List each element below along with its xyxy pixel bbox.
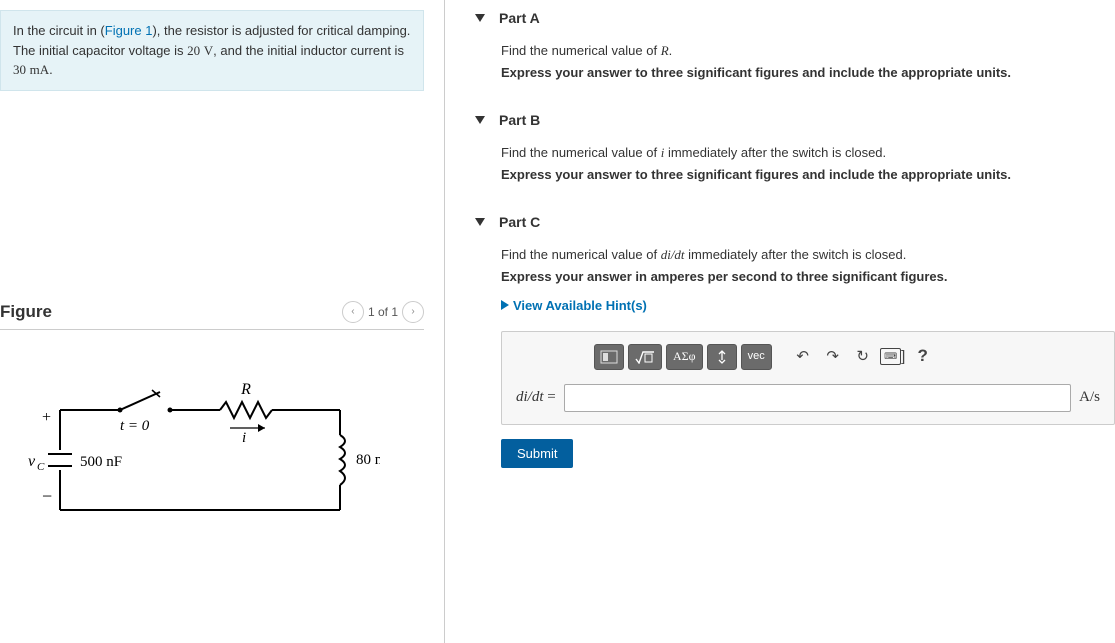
figure-pager: ‹ 1 of 1 ›	[342, 301, 424, 323]
submit-button[interactable]: Submit	[501, 439, 573, 468]
label-plus: +	[42, 409, 51, 426]
part-c-instruction: Express your answer in amperes per secon…	[501, 266, 1115, 288]
reset-button[interactable]: ↻	[850, 344, 876, 370]
part-b-question: Find the numerical value of i immediatel…	[501, 142, 1115, 164]
text: .	[49, 62, 53, 77]
problem-statement: In the circuit in (Figure 1), the resist…	[0, 10, 424, 91]
voltage-value: 20	[187, 43, 200, 58]
label-t0: t = 0	[120, 418, 150, 434]
text: In the circuit in (	[13, 23, 105, 38]
sqrt-button[interactable]	[628, 344, 662, 370]
label-ind: 80 mH	[356, 452, 380, 468]
redo-button[interactable]: ↷	[820, 344, 846, 370]
greek-button[interactable]: ΑΣφ	[666, 344, 703, 370]
part-c-title: Part C	[499, 214, 540, 230]
current-unit: mA	[30, 62, 50, 77]
answer-box: ΑΣφ vec ↶ ↷ ↻ ⌨ ] ? di/dt =	[501, 331, 1115, 425]
part-a-instruction: Express your answer to three significant…	[501, 62, 1115, 84]
collapse-icon	[475, 116, 485, 124]
pager-prev-button[interactable]: ‹	[342, 301, 364, 323]
keyboard-button[interactable]: ⌨ ]	[880, 344, 906, 370]
part-c-question: Find the numerical value of di/dt immedi…	[501, 244, 1115, 266]
pager-text: 1 of 1	[368, 305, 398, 319]
undo-button[interactable]: ↶	[790, 344, 816, 370]
vec-button[interactable]: vec	[741, 344, 772, 370]
part-a: Part A Find the numerical value of R. Ex…	[475, 10, 1115, 84]
part-c-header[interactable]: Part C	[475, 214, 1115, 230]
label-R: R	[240, 381, 251, 398]
current-value: 30	[13, 62, 26, 77]
answer-variable-label: di/dt =	[516, 385, 556, 411]
label-vc: v	[28, 453, 36, 470]
template-button[interactable]	[594, 344, 624, 370]
part-b-instruction: Express your answer to three significant…	[501, 164, 1115, 186]
circuit-diagram: R i t = 0 + − v C 500 nF 80 mH	[20, 380, 424, 533]
part-a-title: Part A	[499, 10, 540, 26]
label-minus: −	[42, 486, 52, 506]
label-vc-sub: C	[37, 461, 45, 473]
collapse-icon	[475, 218, 485, 226]
text: , and the initial inductor current is	[213, 43, 404, 58]
expand-icon	[501, 300, 509, 310]
collapse-icon	[475, 14, 485, 22]
part-b: Part B Find the numerical value of i imm…	[475, 112, 1115, 186]
label-cap: 500 nF	[80, 454, 122, 470]
part-b-title: Part B	[499, 112, 540, 128]
answer-input[interactable]	[564, 384, 1071, 412]
part-c: Part C Find the numerical value of di/dt…	[475, 214, 1115, 467]
figure-title: Figure	[0, 302, 52, 322]
part-b-header[interactable]: Part B	[475, 112, 1115, 128]
help-button[interactable]: ?	[910, 344, 936, 370]
pager-next-button[interactable]: ›	[402, 301, 424, 323]
subscript-button[interactable]	[707, 344, 737, 370]
part-a-header[interactable]: Part A	[475, 10, 1115, 26]
label-i: i	[242, 430, 246, 446]
figure-link[interactable]: Figure 1	[105, 23, 153, 38]
part-a-question: Find the numerical value of R.	[501, 40, 1115, 62]
answer-unit: A/s	[1079, 385, 1100, 411]
voltage-unit: V	[204, 43, 213, 58]
view-hints-link[interactable]: View Available Hint(s)	[501, 295, 1115, 317]
